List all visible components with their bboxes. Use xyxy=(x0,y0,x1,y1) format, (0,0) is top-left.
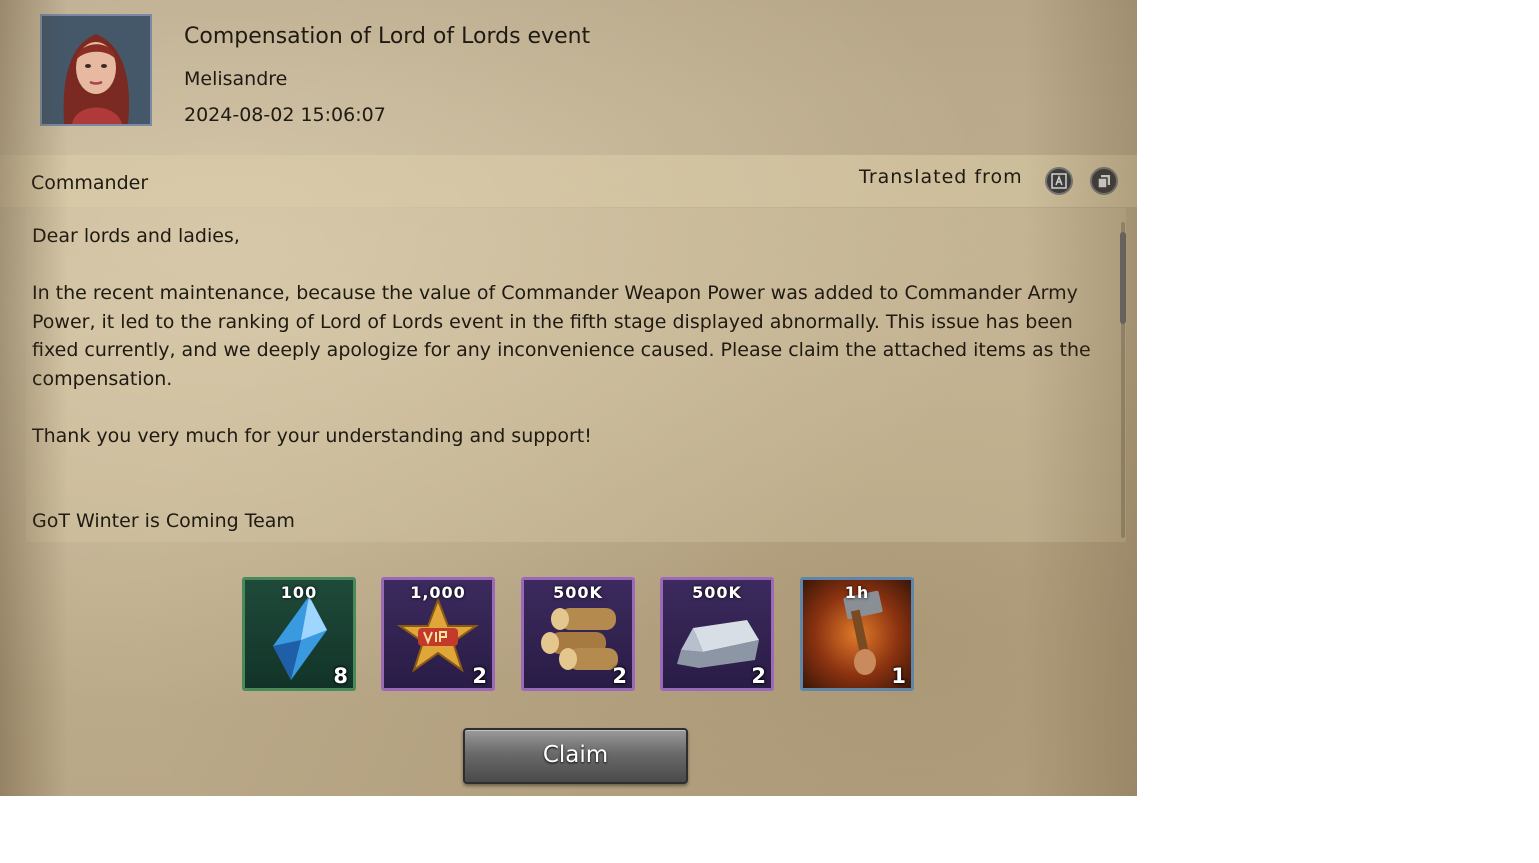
message-thanks: Thank you very much for your understandi… xyxy=(32,425,592,447)
claim-button[interactable]: Claim xyxy=(463,728,688,784)
message-paragraph: In the recent maintenance, because the v… xyxy=(32,282,1091,390)
recipient-label: Commander xyxy=(31,172,149,194)
message-signature: GoT Winter is Coming Team xyxy=(32,510,295,532)
reward-quantity: 8 xyxy=(333,664,348,688)
reward-amount: 1,000 xyxy=(410,583,466,602)
reward-quantity: 2 xyxy=(751,664,766,688)
mail-timestamp: 2024-08-02 15:06:07 xyxy=(184,104,386,126)
message-salutation: Dear lords and ladies, xyxy=(32,225,240,247)
scroll-thumb[interactable] xyxy=(1120,232,1126,324)
reward-quantity: 2 xyxy=(612,664,627,688)
reward-item[interactable]: 500K 2 xyxy=(660,577,774,691)
translated-from-label: Translated from xyxy=(859,166,1023,188)
translate-icon[interactable] xyxy=(1045,167,1073,195)
sender-avatar xyxy=(40,14,152,126)
reward-item[interactable]: 1h 1 xyxy=(800,577,914,691)
reward-item[interactable]: 500K 2 xyxy=(521,577,635,691)
mail-title: Compensation of Lord of Lords event xyxy=(184,24,591,49)
reward-item[interactable]: 100 8 xyxy=(242,577,356,691)
mail-panel: Compensation of Lord of Lords event Meli… xyxy=(0,0,1137,796)
reward-amount: 500K xyxy=(553,583,603,602)
reward-quantity: 1 xyxy=(891,664,906,688)
reward-amount: 500K xyxy=(692,583,742,602)
reward-amount: 1h xyxy=(844,583,870,602)
reward-item[interactable]: 1,000 2 xyxy=(381,577,495,691)
sender-name: Melisandre xyxy=(184,68,288,90)
reward-quantity: 2 xyxy=(472,664,487,688)
copy-icon[interactable] xyxy=(1090,167,1118,195)
reward-amount: 100 xyxy=(280,583,318,602)
